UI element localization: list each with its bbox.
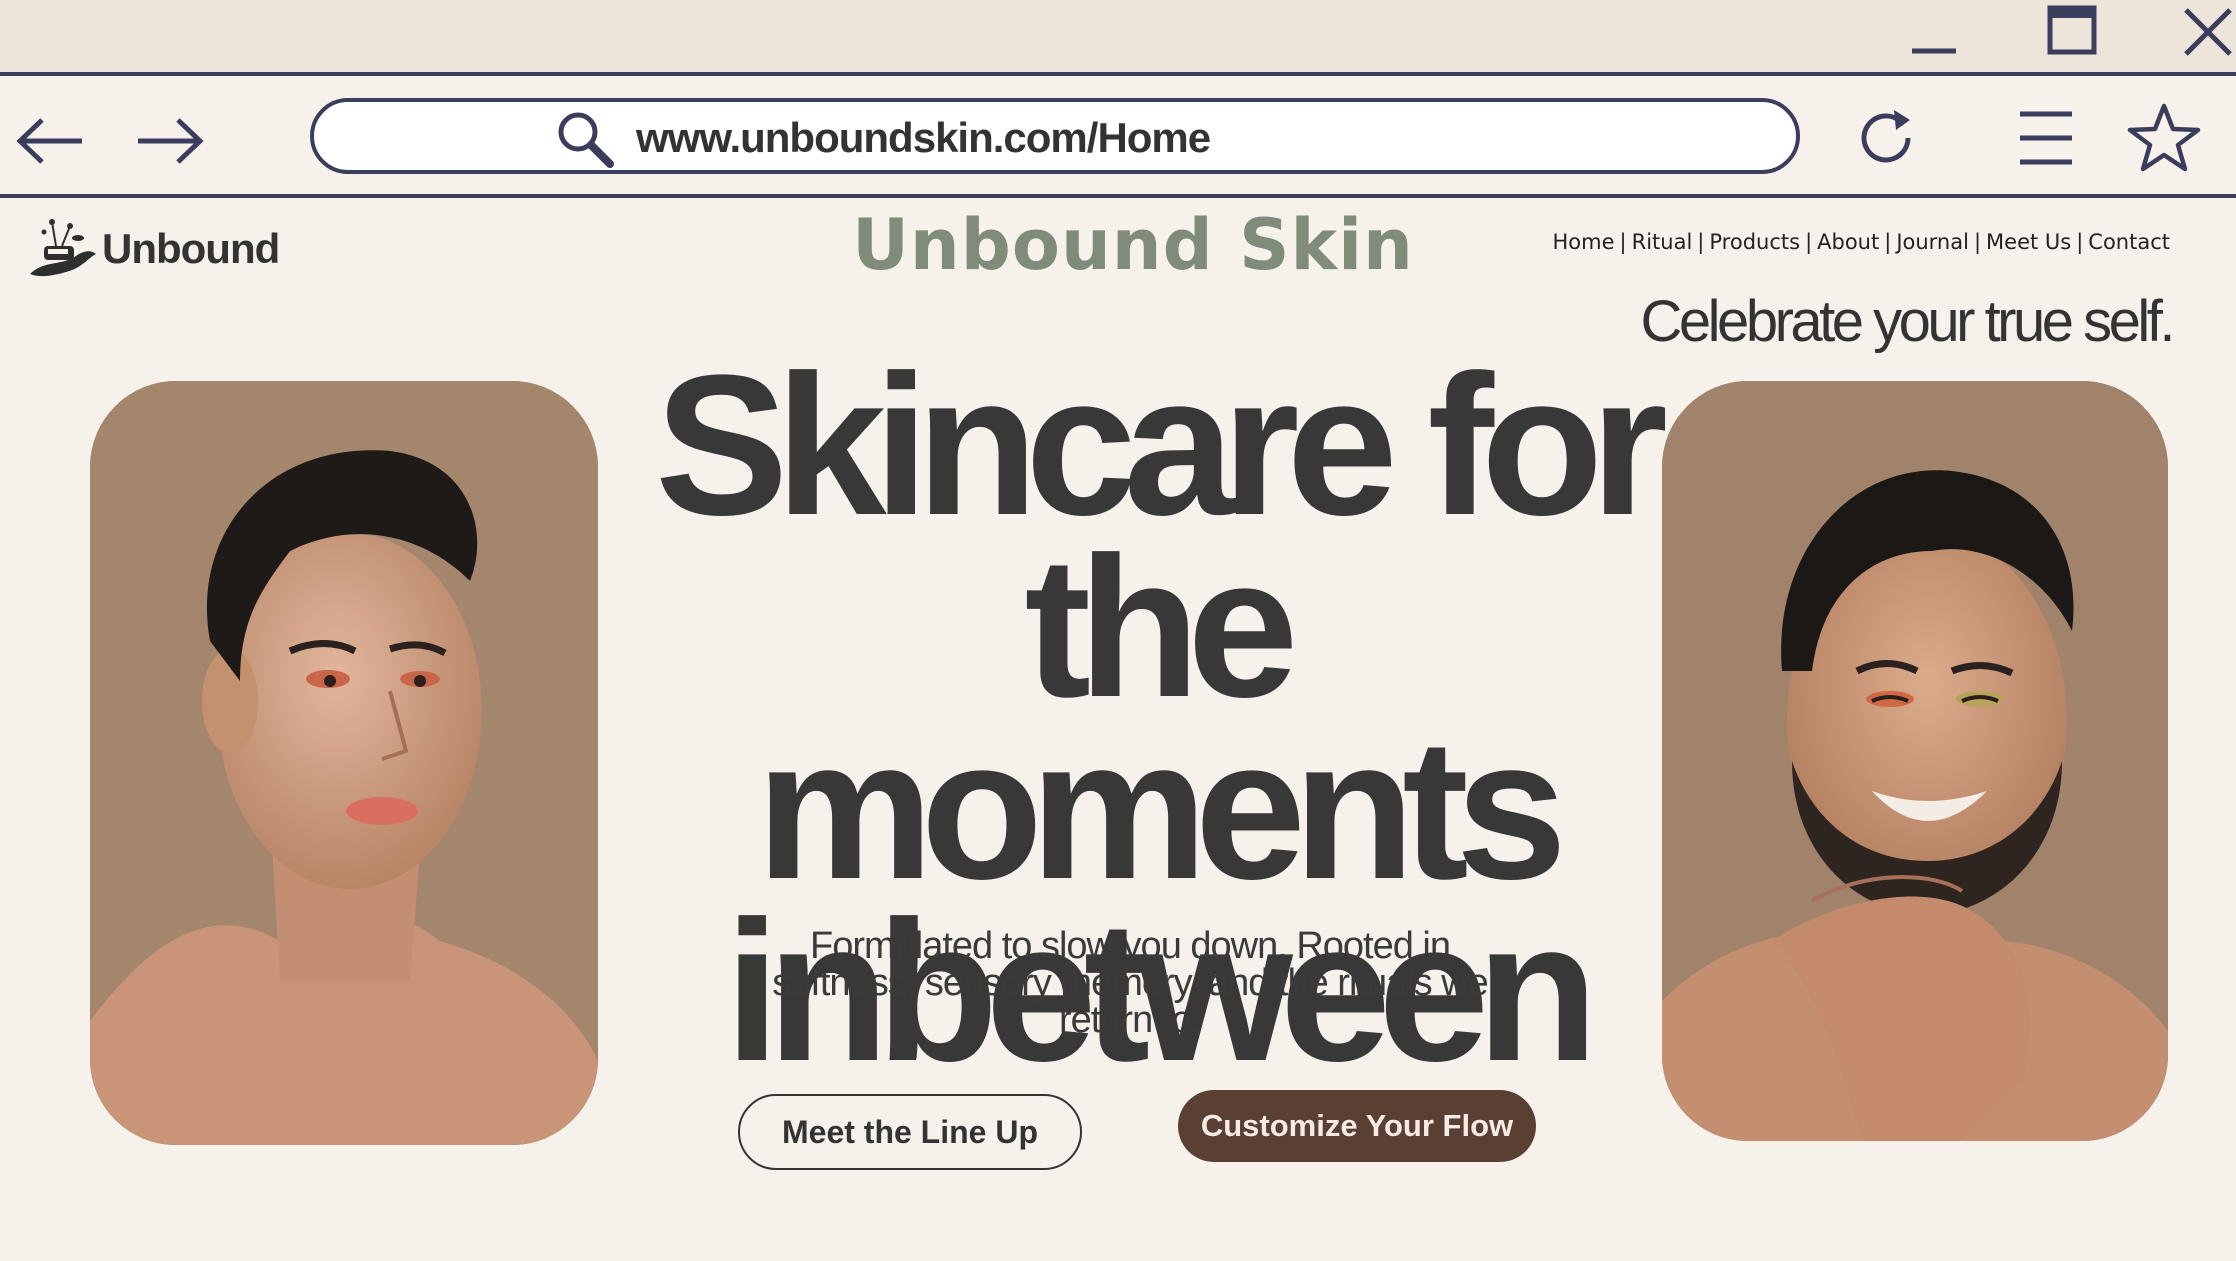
meet-the-line-up-button[interactable]: Meet the Line Up	[738, 1094, 1082, 1170]
nav-link-meet-us[interactable]: Meet Us	[1986, 230, 2071, 254]
nav-link-home[interactable]: Home	[1553, 230, 1615, 254]
customize-your-flow-button[interactable]: Customize Your Flow	[1178, 1090, 1536, 1162]
nav-link-about[interactable]: About	[1817, 230, 1879, 254]
search-icon	[554, 108, 616, 170]
hero-subcopy: Formulated to slow you down. Rooted in s…	[772, 925, 1489, 1041]
maximize-icon[interactable]	[2018, 0, 2128, 76]
page-content: Unbound Unbound Skin Home | Ritual | Pro…	[0, 200, 2236, 1261]
model-portrait-left	[90, 381, 598, 1145]
nav-separator: |	[2076, 230, 2084, 254]
nav-link-ritual[interactable]: Ritual	[1632, 230, 1693, 254]
nav-link-products[interactable]: Products	[1709, 230, 1800, 254]
nav-separator: |	[1697, 230, 1705, 254]
top-navigation: Home | Ritual | Products | About | Journ…	[1553, 230, 2170, 254]
browser-toolbar: www.unboundskin.com/Home	[0, 76, 2236, 198]
tagline: Celebrate your true self.	[1640, 289, 2176, 354]
minimize-icon[interactable]	[1880, 0, 1990, 76]
nav-separator: |	[1973, 230, 1982, 254]
nav-link-journal[interactable]: Journal	[1896, 230, 1969, 254]
nav-separator: |	[1619, 230, 1627, 254]
url-text[interactable]: www.unboundskin.com/Home	[636, 114, 1211, 162]
model-portrait-right	[1662, 381, 2168, 1141]
close-icon[interactable]	[2152, 0, 2236, 76]
address-bar[interactable]: www.unboundskin.com/Home	[310, 98, 1800, 174]
nav-link-contact[interactable]: Contact	[2088, 230, 2170, 254]
back-arrow-icon[interactable]	[12, 106, 92, 176]
reload-icon[interactable]	[1848, 100, 1924, 176]
nav-separator: |	[1805, 230, 1813, 254]
headline-line: Skincare for	[654, 334, 1668, 557]
headline-line: the moments	[755, 516, 1567, 921]
forward-arrow-icon[interactable]	[130, 106, 210, 176]
menu-icon[interactable]	[2008, 100, 2084, 176]
browser-title-bar	[0, 0, 2236, 76]
star-icon[interactable]	[2126, 100, 2202, 176]
nav-separator: |	[1884, 230, 1892, 254]
